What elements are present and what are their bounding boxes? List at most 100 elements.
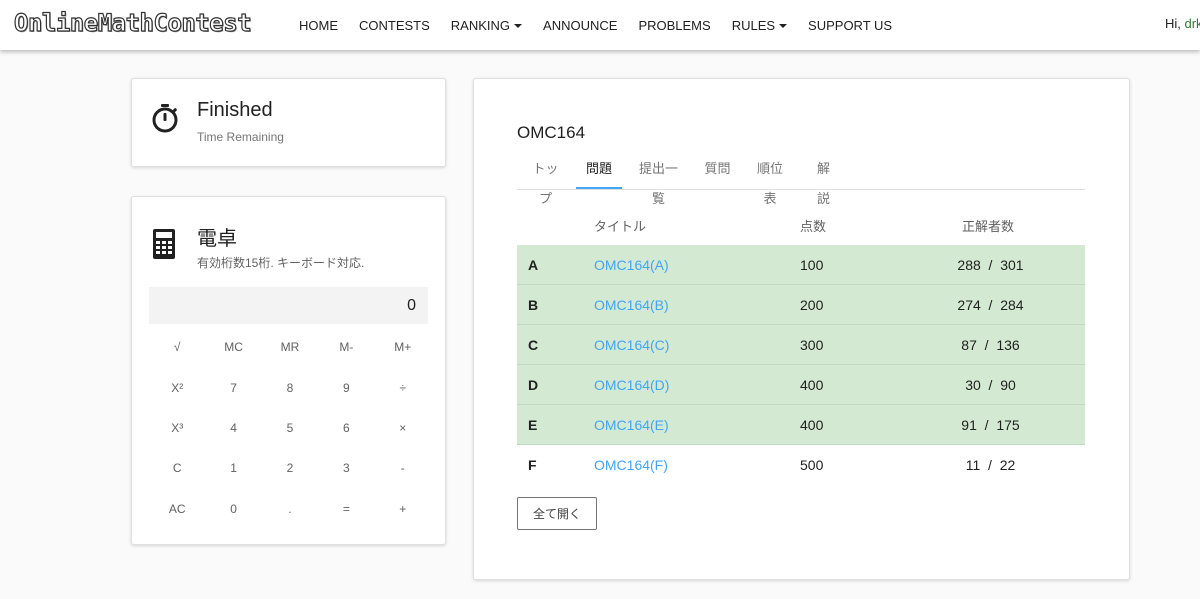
solved-count: 11 — [965, 457, 981, 473]
calculator-key[interactable]: X³ — [149, 408, 205, 448]
separator: / — [980, 297, 1001, 313]
problem-row[interactable]: E OMC164(E) 400 91 / 175 — [517, 405, 1085, 445]
problem-title-link[interactable]: OMC164(B) — [594, 297, 669, 313]
calculator-card: 電卓 有効桁数15桁. キーボード対応. 0 √ MC MR M- M+ X² 7 8 9 ÷ X³… — [131, 196, 446, 545]
calculator-key[interactable]: 7 — [205, 367, 261, 407]
calculator-subtitle: 有効桁数15桁. キーボード対応. — [197, 256, 365, 270]
problem-row[interactable]: B OMC164(B) 200 274 / 284 — [517, 285, 1085, 325]
problem-solvers: 288 / 301 — [954, 257, 1027, 273]
calculator-key[interactable]: + — [375, 489, 431, 529]
problem-row[interactable]: A OMC164(A) 100 288 / 301 — [517, 245, 1085, 285]
calculator-key[interactable]: MC — [205, 327, 261, 367]
problem-label: F — [528, 457, 537, 473]
problem-label: E — [528, 417, 538, 433]
calculator-icon — [153, 229, 175, 264]
calculator-key[interactable]: 3 — [318, 448, 374, 488]
timer-card: Finished Time Remaining — [131, 78, 446, 167]
tab-3[interactable]: 質問 — [704, 154, 731, 188]
nav-item-contests[interactable]: CONTESTS — [359, 18, 430, 33]
calculator-key[interactable]: 6 — [318, 408, 374, 448]
problem-row[interactable]: F OMC164(F) 500 11 / 22 — [517, 445, 1085, 484]
tab-5[interactable]: 解説 — [811, 154, 836, 206]
caret-down-icon — [779, 24, 788, 29]
calculator-key[interactable]: 9 — [318, 367, 374, 407]
calculator-key[interactable]: 5 — [262, 408, 318, 448]
problem-table: タイトル 点数 正解者数 A OMC164(A) 100 288 / 301 B OMC1… — [517, 207, 1085, 484]
separator: / — [980, 377, 1001, 393]
calculator-key[interactable]: 2 — [262, 448, 318, 488]
separator: / — [976, 417, 997, 433]
problem-solvers: 87 / 136 — [954, 337, 1027, 353]
nav-item-ranking[interactable]: RANKING — [451, 18, 523, 33]
problem-points: 100 — [800, 257, 824, 273]
header-solvers: 正解者数 — [962, 219, 1015, 234]
separator: / — [976, 337, 997, 353]
calculator-key[interactable]: × — [375, 408, 431, 448]
calculator-key[interactable]: MR — [262, 327, 318, 367]
problem-label: A — [528, 257, 539, 273]
calculator-display[interactable]: 0 — [149, 287, 428, 324]
calculator-key[interactable]: . — [262, 489, 318, 529]
user-greeting[interactable]: Hi, drk — [1165, 16, 1200, 31]
header-points: 点数 — [800, 219, 827, 234]
tab-1[interactable]: 問題 — [576, 154, 622, 189]
problem-title-link[interactable]: OMC164(A) — [594, 257, 669, 273]
contest-title: OMC164 — [517, 123, 586, 142]
solved-count: 288 — [957, 257, 981, 273]
contest-tabs: トップ 問題 提出一覧 質問 順位表 解説 — [517, 154, 1085, 206]
problem-solvers: 274 / 284 — [954, 297, 1027, 313]
tab-0[interactable]: トップ — [527, 154, 564, 206]
problem-title-link[interactable]: OMC164(D) — [594, 377, 669, 393]
username-link[interactable]: drk — [1185, 16, 1200, 31]
tab-4[interactable]: 順位表 — [751, 154, 789, 206]
attempted-count: 175 — [996, 417, 1020, 433]
problem-points: 300 — [800, 337, 824, 353]
calculator-key[interactable]: - — [375, 448, 431, 488]
caret-down-icon — [514, 24, 523, 29]
calculator-key[interactable]: 8 — [262, 367, 318, 407]
calculator-key[interactable]: 0 — [205, 489, 261, 529]
nav-item-announce[interactable]: ANNOUNCE — [543, 18, 617, 33]
problem-label: B — [528, 297, 539, 313]
nav-item-problems[interactable]: PROBLEMS — [638, 18, 710, 33]
calculator-key[interactable]: = — [318, 489, 374, 529]
calculator-key[interactable]: C — [149, 448, 205, 488]
site-logo[interactable]: OnlineMathContest — [13, 8, 252, 37]
nav-item-rules[interactable]: RULES — [732, 18, 788, 33]
attempted-count: 90 — [1000, 377, 1016, 393]
calculator-key[interactable]: M- — [318, 327, 374, 367]
solved-count: 87 — [961, 337, 977, 353]
calculator-key[interactable]: AC — [149, 489, 205, 529]
solved-count: 30 — [965, 377, 981, 393]
timer-status: Finished — [197, 99, 273, 121]
problem-rows: A OMC164(A) 100 288 / 301 B OMC164(B) 200 274 /… — [517, 245, 1085, 484]
problem-row[interactable]: D OMC164(D) 400 30 / 90 — [517, 365, 1085, 405]
problem-solvers: 91 / 175 — [954, 417, 1027, 433]
problem-title-link[interactable]: OMC164(F) — [594, 457, 668, 473]
attempted-count: 136 — [996, 337, 1020, 353]
table-header: タイトル 点数 正解者数 — [517, 207, 1085, 245]
calculator-key[interactable]: ÷ — [375, 367, 431, 407]
solved-count: 91 — [961, 417, 977, 433]
calculator-key[interactable]: X² — [149, 367, 205, 407]
nav-item-support-us[interactable]: SUPPORT US — [808, 18, 892, 33]
stopwatch-icon — [151, 103, 179, 138]
problem-points: 400 — [800, 417, 824, 433]
problem-solvers: 11 / 22 — [954, 457, 1027, 473]
tab-2[interactable]: 提出一覧 — [633, 154, 684, 206]
problem-row[interactable]: C OMC164(C) 300 87 / 136 — [517, 325, 1085, 365]
attempted-count: 284 — [1000, 297, 1024, 313]
problem-title-link[interactable]: OMC164(C) — [594, 337, 669, 353]
expand-all-button[interactable]: 全て開く — [517, 497, 597, 530]
problem-title-link[interactable]: OMC164(E) — [594, 417, 669, 433]
calculator-key[interactable]: 1 — [205, 448, 261, 488]
attempted-count: 22 — [999, 457, 1016, 473]
solved-count: 274 — [957, 297, 981, 313]
top-navbar: OnlineMathContest HOME CONTESTS RANKING ANN… — [0, 0, 1200, 50]
calculator-key[interactable]: 4 — [205, 408, 261, 448]
calculator-keypad: √ MC MR M- M+ X² 7 8 9 ÷ X³ 4 5 6 × C 1 2 3- AC 0. = + — [149, 327, 431, 529]
nav-item-home[interactable]: HOME — [299, 18, 338, 33]
calculator-key[interactable]: √ — [149, 327, 205, 367]
problem-points: 500 — [800, 457, 824, 473]
calculator-key[interactable]: M+ — [375, 327, 431, 367]
